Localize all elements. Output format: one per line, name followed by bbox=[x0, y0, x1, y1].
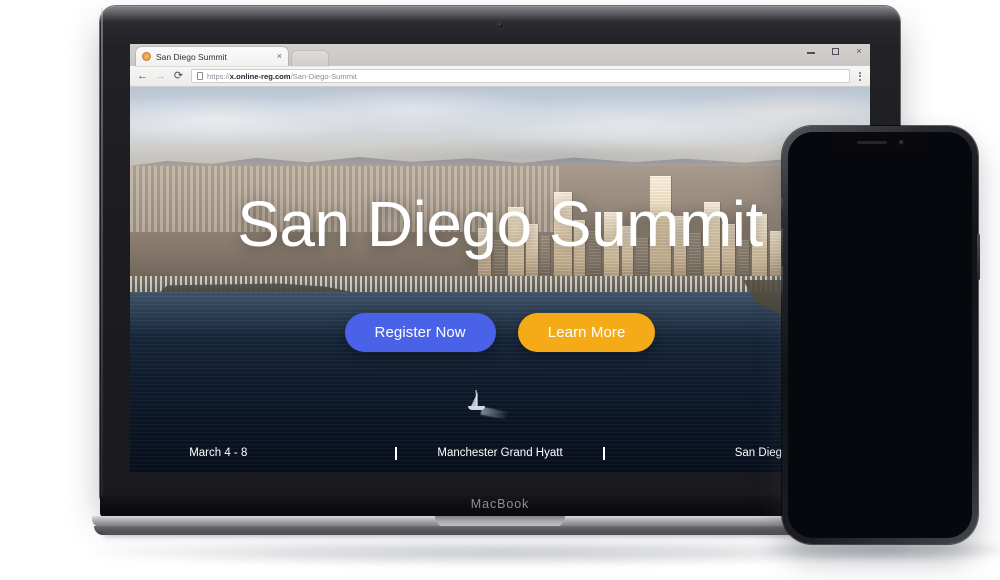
phone-body: San DiegoSummit Register Now Learn More … bbox=[780, 126, 980, 544]
learn-more-button[interactable]: Learn More bbox=[517, 312, 656, 352]
address-bar[interactable]: https://x.online-reg.com/San-Diego-Summi… bbox=[191, 69, 850, 83]
event-info-bar: March 4 - 8 Manchester Grand Hyatt San D… bbox=[130, 446, 870, 460]
event-location: San Diego, CA bbox=[734, 447, 811, 459]
earpiece-speaker-icon bbox=[856, 140, 887, 144]
volume-down-button[interactable] bbox=[780, 266, 783, 296]
iphone-device: San DiegoSummit Register Now Learn More … bbox=[780, 126, 980, 544]
browser-tab-title: San Diego Summit bbox=[156, 51, 227, 62]
window-controls: × bbox=[806, 47, 864, 56]
front-camera-icon bbox=[898, 139, 904, 145]
back-icon[interactable]: ← bbox=[137, 70, 148, 82]
clouds bbox=[130, 87, 870, 169]
browser-tab-bar: San Diego Summit × × bbox=[130, 44, 870, 66]
event-dates: March 4 - 8 bbox=[189, 447, 248, 459]
volume-up-button[interactable] bbox=[780, 228, 783, 258]
forward-icon[interactable]: → bbox=[155, 70, 166, 82]
url-scheme: https:// bbox=[207, 71, 230, 81]
browser-toolbar: ← → ⟳ https://x.online-reg.com/San-Diego… bbox=[130, 66, 870, 87]
cta-button-row: Register Now Learn More bbox=[130, 312, 870, 352]
maximize-icon[interactable] bbox=[830, 48, 840, 55]
laptop-screen: San Diego Summit × × ← → ⟳ https://x.onl… bbox=[130, 44, 870, 473]
reload-icon[interactable]: ⟳ bbox=[173, 70, 184, 82]
phone-notch bbox=[832, 132, 928, 152]
kebab-menu-icon[interactable] bbox=[857, 71, 863, 81]
url-host: x.online-reg.com bbox=[229, 71, 291, 81]
minimize-icon[interactable] bbox=[806, 49, 816, 54]
close-tab-icon[interactable]: × bbox=[273, 52, 282, 61]
url-path: /San-Diego-Summit bbox=[290, 71, 357, 81]
event-venue: Manchester Grand Hyatt bbox=[437, 447, 563, 459]
webcam-icon bbox=[497, 22, 503, 28]
screenshot-stage: San Diego Summit × × ← → ⟳ https://x.onl… bbox=[0, 0, 1000, 580]
silent-switch[interactable] bbox=[780, 198, 783, 216]
hero-section-desktop: San Diego Summit Register Now Learn More… bbox=[130, 87, 870, 473]
browser-window: San Diego Summit × × ← → ⟳ https://x.onl… bbox=[130, 44, 870, 473]
close-window-icon[interactable]: × bbox=[854, 47, 864, 56]
page-title: San Diego Summit bbox=[237, 188, 763, 261]
globe-favicon bbox=[142, 52, 151, 61]
phone-screen: San DiegoSummit Register Now Learn More … bbox=[788, 132, 972, 538]
laptop-bottom-bezel: MacBook bbox=[100, 495, 900, 517]
macbook-brand-label: MacBook bbox=[470, 497, 530, 511]
register-now-button[interactable]: Register Now bbox=[344, 312, 496, 352]
new-tab-button[interactable] bbox=[292, 51, 328, 66]
power-button[interactable] bbox=[977, 234, 980, 280]
sailboat bbox=[467, 389, 516, 422]
address-bar-url: https://x.online-reg.com/San-Diego-Summi… bbox=[207, 72, 357, 81]
page-info-icon[interactable] bbox=[197, 72, 203, 80]
browser-tab[interactable]: San Diego Summit × bbox=[136, 47, 288, 66]
